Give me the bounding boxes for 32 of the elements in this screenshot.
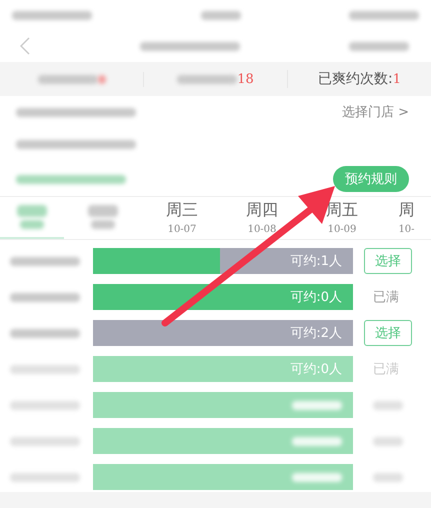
redacted-text <box>10 328 80 338</box>
redacted-text <box>292 436 342 446</box>
redacted-text <box>373 472 403 482</box>
redacted-text <box>373 400 403 410</box>
full-label: 已满 <box>373 289 399 306</box>
back-icon[interactable] <box>20 37 30 55</box>
redacted-text <box>292 472 342 482</box>
redacted-text <box>177 74 238 84</box>
day-tab[interactable]: 周四 10-08 <box>222 197 302 239</box>
redacted-text <box>373 436 403 446</box>
redacted-text <box>10 472 80 482</box>
stat-value: 1 <box>392 72 401 86</box>
day-tab[interactable]: 周三 10-07 <box>142 197 222 239</box>
redacted-text <box>10 292 80 302</box>
day-tab[interactable]: 周 10- <box>382 197 431 239</box>
redacted-text <box>10 400 80 410</box>
availability-text: 可约:0人 <box>290 361 343 378</box>
select-store-link[interactable]: 选择门店 > <box>342 103 409 121</box>
availability-text: 可约:2人 <box>290 325 343 342</box>
redacted-text <box>349 10 419 20</box>
day-tab[interactable]: 周五 10-09 <box>302 197 382 239</box>
stat-label: 已爽约次数: <box>318 70 393 88</box>
redacted-text <box>10 364 80 374</box>
availability-text: 可约:0人 <box>290 289 343 306</box>
redacted-text <box>10 436 80 446</box>
redacted-text <box>349 42 409 50</box>
redacted-text <box>292 400 342 410</box>
stat-value: 18 <box>237 72 254 86</box>
full-label: 已满 <box>373 361 399 378</box>
redacted-text <box>10 256 80 266</box>
availability-text: 可约:1人 <box>290 253 343 270</box>
redacted-text <box>200 10 240 20</box>
